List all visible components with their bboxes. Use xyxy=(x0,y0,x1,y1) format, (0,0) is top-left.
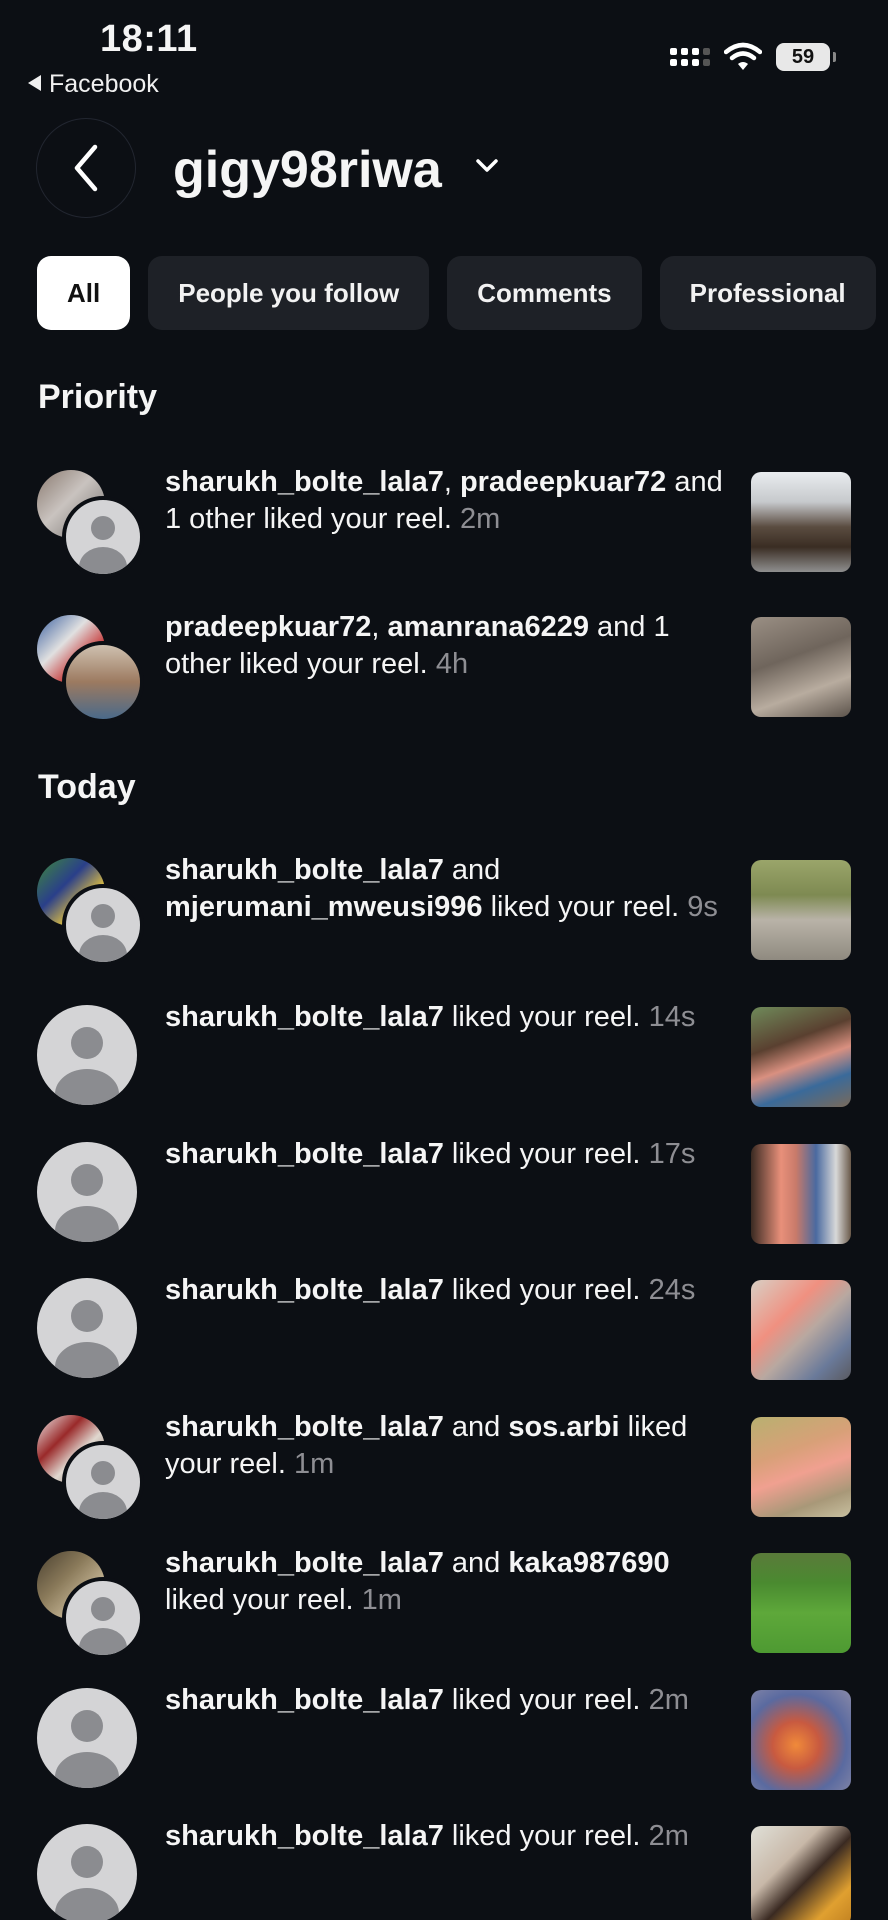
username[interactable]: amanrana6229 xyxy=(387,611,589,643)
filter-all[interactable]: All xyxy=(37,256,131,330)
username[interactable]: pradeepkuar72 xyxy=(460,466,666,498)
wifi-icon xyxy=(724,42,762,70)
notification-text: sharukh_bolte_lala7 liked your reel. 2m xyxy=(165,1684,689,1716)
avatar-default[interactable] xyxy=(37,1824,137,1920)
avatar-default[interactable] xyxy=(62,1577,144,1659)
notification-time: 2m xyxy=(648,1684,689,1716)
chevron-left-icon xyxy=(74,144,98,192)
status-icons: 59 xyxy=(670,42,836,72)
notification-text: sharukh_bolte_lala7 and mjerumani_mweusi… xyxy=(165,854,718,923)
back-button[interactable] xyxy=(36,118,136,218)
reel-thumbnail[interactable] xyxy=(751,472,851,572)
back-to-app-link[interactable]: Facebook xyxy=(28,70,159,99)
notification-item[interactable]: sharukh_bolte_lala7 liked your reel. 2m xyxy=(0,1684,888,1798)
chevron-down-icon[interactable] xyxy=(475,158,499,174)
reel-thumbnail[interactable] xyxy=(751,1417,851,1517)
notification-text: pradeepkuar72, amanrana6229 and 1 other … xyxy=(165,611,670,680)
notification-item[interactable]: sharukh_bolte_lala7 and kaka987690 liked… xyxy=(0,1547,888,1661)
username[interactable]: sos.arbi xyxy=(508,1411,619,1443)
section-title-today: Today xyxy=(38,768,136,806)
notification-time: 2m xyxy=(648,1820,689,1852)
notification-time: 9s xyxy=(687,891,718,923)
reel-thumbnail[interactable] xyxy=(751,617,851,717)
back-triangle-icon xyxy=(28,75,41,91)
notification-time: 17s xyxy=(648,1138,696,1170)
notification-time: 2m xyxy=(460,503,501,535)
notifications-screen: 18:11 Facebook 59 gigy98riwa All People … xyxy=(0,0,888,1920)
notification-time: 1m xyxy=(293,1448,335,1480)
notification-text: sharukh_bolte_lala7 and sos.arbi liked y… xyxy=(165,1411,688,1480)
username[interactable]: sharukh_bolte_lala7 xyxy=(165,1684,444,1716)
username[interactable]: sharukh_bolte_lala7 xyxy=(165,854,444,886)
notification-text: sharukh_bolte_lala7 and kaka987690 liked… xyxy=(165,1547,670,1616)
avatar-default[interactable] xyxy=(37,1278,137,1378)
notification-item[interactable]: sharukh_bolte_lala7, pradeepkuar72 and 1… xyxy=(0,466,888,580)
username[interactable]: sharukh_bolte_lala7 xyxy=(165,1138,444,1170)
avatar-default[interactable] xyxy=(62,1441,144,1523)
username[interactable]: mjerumani_mweusi996 xyxy=(165,891,483,923)
notification-item[interactable]: sharukh_bolte_lala7 liked your reel. 24s xyxy=(0,1274,888,1388)
filter-professional[interactable]: Professional xyxy=(659,256,876,330)
page-title[interactable]: gigy98riwa xyxy=(173,140,442,200)
status-time: 18:11 xyxy=(100,18,198,60)
filter-people-you-follow[interactable]: People you follow xyxy=(148,256,430,330)
filter-comments[interactable]: Comments xyxy=(447,256,642,330)
reel-thumbnail[interactable] xyxy=(751,1553,851,1653)
notification-item[interactable]: sharukh_bolte_lala7 liked your reel. 2m xyxy=(0,1820,888,1920)
section-title-priority: Priority xyxy=(38,378,158,416)
avatar-default[interactable] xyxy=(37,1688,137,1788)
notification-time: 4h xyxy=(435,648,469,680)
reel-thumbnail[interactable] xyxy=(751,1144,851,1244)
username[interactable]: kaka987690 xyxy=(508,1547,669,1579)
battery-icon: 59 xyxy=(776,43,836,71)
avatar[interactable] xyxy=(62,641,144,723)
cellular-signal-icon xyxy=(670,48,710,66)
notification-item[interactable]: sharukh_bolte_lala7 liked your reel. 14s xyxy=(0,1001,888,1115)
username[interactable]: sharukh_bolte_lala7 xyxy=(165,1411,444,1443)
reel-thumbnail[interactable] xyxy=(751,1007,851,1107)
notification-time: 1m xyxy=(361,1584,402,1616)
filter-chips: All People you follow Comments Professio… xyxy=(37,256,876,330)
notification-text: sharukh_bolte_lala7 liked your reel. 14s xyxy=(165,1001,696,1033)
reel-thumbnail[interactable] xyxy=(751,1826,851,1920)
reel-thumbnail[interactable] xyxy=(751,1690,851,1790)
username[interactable]: sharukh_bolte_lala7 xyxy=(165,466,444,498)
avatar-default[interactable] xyxy=(62,884,144,966)
avatar-default[interactable] xyxy=(62,496,144,578)
username[interactable]: sharukh_bolte_lala7 xyxy=(165,1820,444,1852)
username[interactable]: sharukh_bolte_lala7 xyxy=(165,1274,444,1306)
battery-level: 59 xyxy=(791,45,815,68)
reel-thumbnail[interactable] xyxy=(751,860,851,960)
notification-text: sharukh_bolte_lala7, pradeepkuar72 and 1… xyxy=(165,466,723,535)
avatar-default[interactable] xyxy=(37,1142,137,1242)
username[interactable]: sharukh_bolte_lala7 xyxy=(165,1547,444,1579)
notification-item[interactable]: sharukh_bolte_lala7 liked your reel. 17s xyxy=(0,1138,888,1252)
notification-text: sharukh_bolte_lala7 liked your reel. 17s xyxy=(165,1138,696,1170)
username[interactable]: pradeepkuar72 xyxy=(165,611,371,643)
notification-time: 14s xyxy=(648,1001,696,1033)
avatar-default[interactable] xyxy=(37,1005,137,1105)
notification-item[interactable]: sharukh_bolte_lala7 and sos.arbi liked y… xyxy=(0,1411,888,1525)
reel-thumbnail[interactable] xyxy=(751,1280,851,1380)
notification-text: sharukh_bolte_lala7 liked your reel. 24s xyxy=(165,1274,696,1306)
username[interactable]: sharukh_bolte_lala7 xyxy=(165,1001,444,1033)
notification-time: 24s xyxy=(648,1274,696,1306)
back-app-label: Facebook xyxy=(49,70,159,98)
notification-item[interactable]: pradeepkuar72, amanrana6229 and 1 other … xyxy=(0,611,888,725)
notification-text: sharukh_bolte_lala7 liked your reel. 2m xyxy=(165,1820,689,1852)
notification-item[interactable]: sharukh_bolte_lala7 and mjerumani_mweusi… xyxy=(0,854,888,968)
